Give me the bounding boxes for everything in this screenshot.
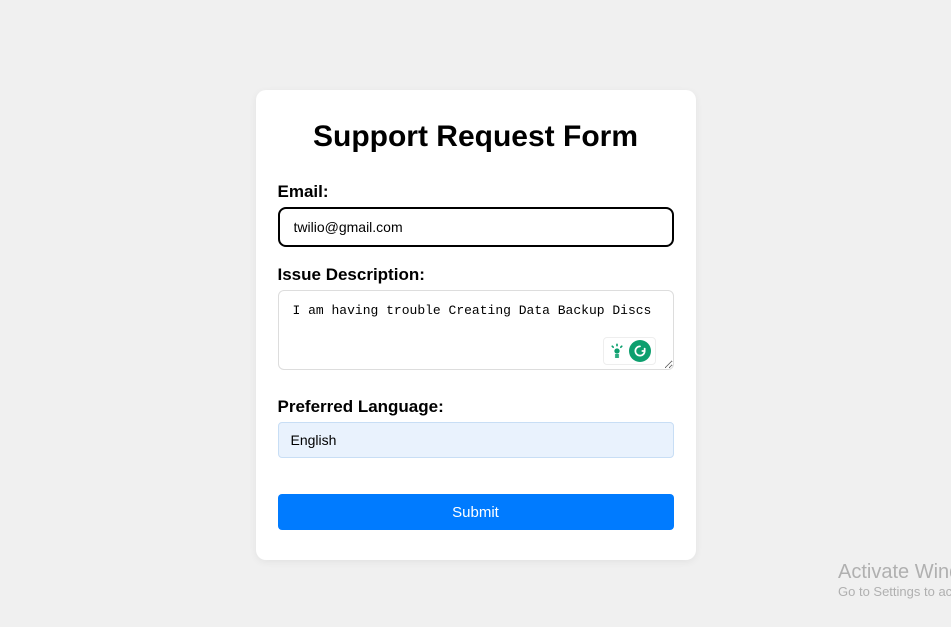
form-title: Support Request Form: [278, 120, 674, 154]
grammarly-icon[interactable]: [629, 340, 651, 362]
email-label: Email:: [278, 182, 674, 202]
email-group: Email:: [278, 182, 674, 247]
email-input[interactable]: [278, 207, 674, 247]
support-request-form: Support Request Form Email: Issue Descri…: [256, 90, 696, 560]
lightbulb-icon[interactable]: [608, 342, 626, 360]
watermark-subtitle: Go to Settings to activate Windows.: [838, 584, 951, 599]
windows-activation-watermark: Activate Windows Go to Settings to activ…: [838, 561, 951, 599]
issue-label: Issue Description:: [278, 265, 674, 285]
textarea-extension-overlay: [603, 337, 656, 365]
issue-group: Issue Description:: [278, 265, 674, 375]
language-group: Preferred Language: English: [278, 397, 674, 458]
textarea-wrapper: [278, 290, 674, 375]
watermark-title: Activate Windows: [838, 561, 951, 584]
language-select[interactable]: English: [278, 422, 674, 458]
language-label: Preferred Language:: [278, 397, 674, 417]
submit-button[interactable]: Submit: [278, 494, 674, 530]
